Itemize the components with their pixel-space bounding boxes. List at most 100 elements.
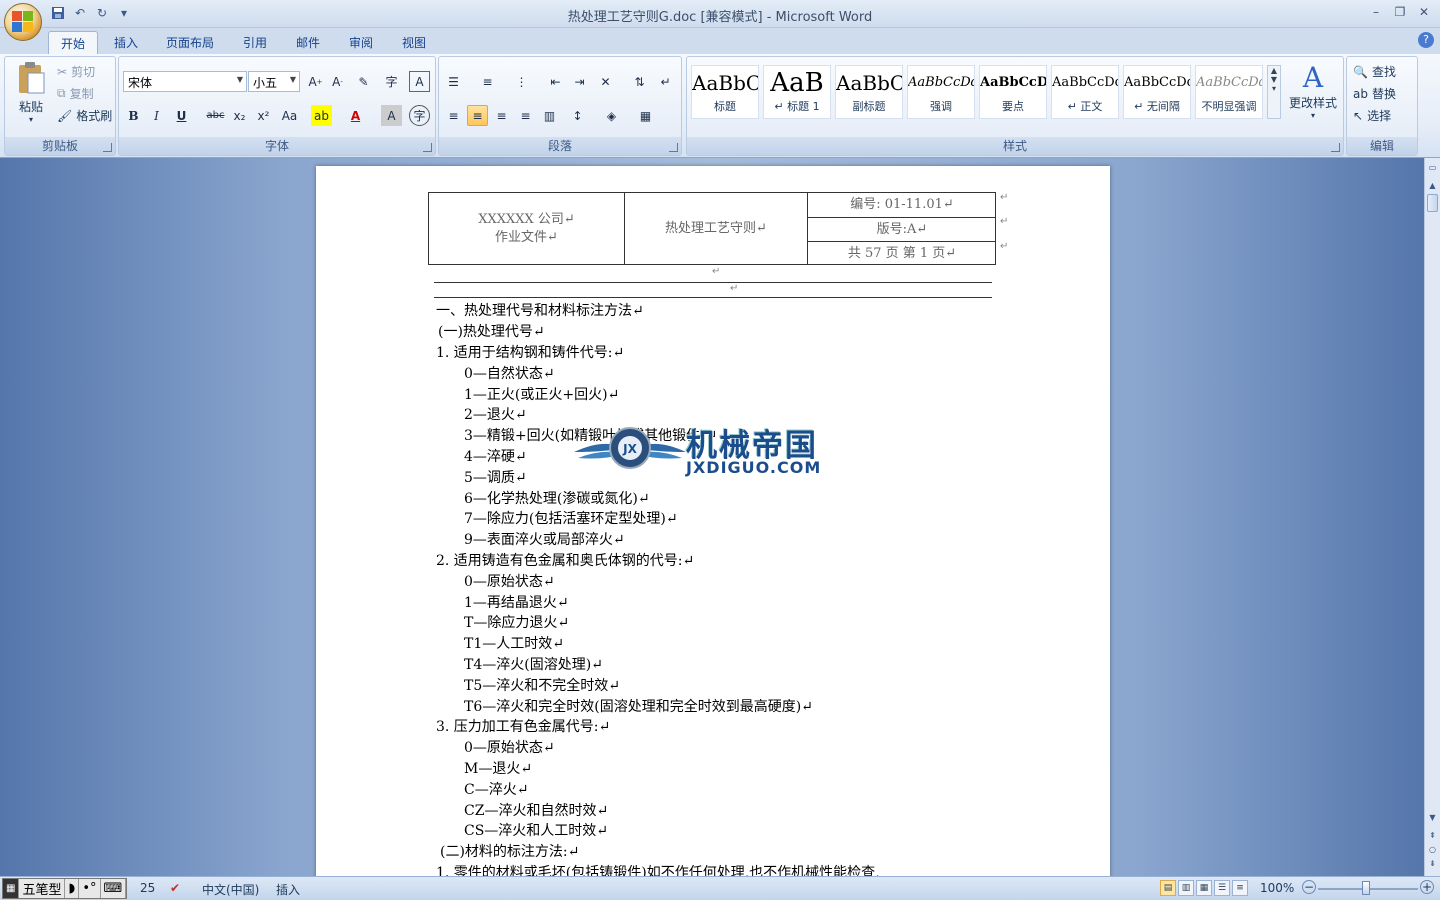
document-page[interactable]: XXXXXX 公司↵ 作业文件↵ 热处理工艺守则↵ 编号: 01-11.01↵ …: [316, 166, 1110, 876]
style-heading-1[interactable]: AaB ↵ 标题 1: [763, 65, 831, 119]
ribbon-tabs: 开始 插入 页面布局 引用 邮件 审阅 视图 ?: [0, 28, 1440, 54]
zoom-level[interactable]: 100%: [1260, 881, 1294, 895]
scroll-thumb[interactable]: [1427, 194, 1438, 212]
ime-toolbar[interactable]: ▦ 五笔型 ◗ •° ⌨: [2, 878, 128, 899]
zoom-out-icon[interactable]: −: [1302, 880, 1316, 894]
align-right-icon[interactable]: ≡: [491, 105, 512, 126]
zoom-slider-thumb[interactable]: [1362, 881, 1370, 895]
styles-group: AaBbC 标题 AaB ↵ 标题 1 AaBbC 副标题 AaBbCcDd 强调 Aa…: [686, 56, 1344, 156]
show-marks-icon[interactable]: ↵: [655, 71, 676, 92]
style-subtle-emphasis[interactable]: AaBbCcDd 不明显强调: [1195, 65, 1263, 119]
clipboard-launcher-icon[interactable]: [103, 143, 112, 152]
font-name-combo[interactable]: 宋体 ▼: [123, 71, 247, 92]
shading-icon[interactable]: ◈: [601, 105, 622, 126]
watermark-logo: JX 机械帝国 JXDIGUO.COM: [574, 418, 870, 482]
change-styles-button[interactable]: A 更改样式 ▾: [1285, 61, 1341, 120]
borders-icon[interactable]: ▦: [635, 105, 656, 126]
font-color-button[interactable]: A: [345, 105, 366, 126]
insert-mode-status[interactable]: 插入: [276, 881, 300, 898]
clear-format-icon[interactable]: ✎: [353, 71, 374, 92]
style-no-spacing[interactable]: AaBbCcDd ↵ 无间隔: [1123, 65, 1191, 119]
subscript-button[interactable]: x₂: [229, 105, 250, 126]
italic-button[interactable]: I: [146, 105, 167, 126]
ime-halfwidth-icon[interactable]: ◗: [65, 879, 80, 898]
language-status[interactable]: 中文(中国): [202, 881, 259, 898]
font-size-combo[interactable]: 小五 ▼: [248, 71, 300, 92]
bold-button[interactable]: B: [123, 105, 144, 126]
help-icon[interactable]: ?: [1418, 32, 1434, 48]
chevron-down-icon: ▼: [236, 75, 243, 84]
asian-layout-icon[interactable]: ✕: [595, 71, 616, 92]
style-normal[interactable]: AaBbCcDd ↵ 正文: [1051, 65, 1119, 119]
select-browse-object-icon[interactable]: ○: [1427, 844, 1438, 855]
spelling-check-icon[interactable]: ✔: [170, 881, 180, 895]
ime-punct-icon[interactable]: •°: [79, 879, 101, 898]
ime-keyboard-icon[interactable]: ⌨: [101, 879, 127, 898]
sort-icon[interactable]: ⇅: [629, 71, 650, 92]
close-button[interactable]: ✕: [1412, 2, 1436, 22]
tab-page-layout[interactable]: 页面布局: [154, 31, 226, 54]
phonetic-guide-icon[interactable]: 字: [381, 71, 402, 92]
superscript-button[interactable]: x²: [253, 105, 274, 126]
minimize-button[interactable]: –: [1364, 2, 1388, 22]
justify-icon[interactable]: ≡: [515, 105, 536, 126]
office-button[interactable]: [4, 3, 42, 41]
scroll-down-icon[interactable]: ▼: [1427, 812, 1438, 823]
outline-view-icon[interactable]: ☰: [1214, 880, 1230, 896]
underline-button[interactable]: U: [171, 105, 192, 126]
bullets-icon[interactable]: ☰: [443, 71, 464, 92]
numbering-icon[interactable]: ≡: [477, 71, 498, 92]
tab-review[interactable]: 审阅: [337, 31, 385, 54]
editing-group: 🔍 查找 ab 替换 ↖ 选择 编辑: [1346, 56, 1418, 156]
tab-mailings[interactable]: 邮件: [284, 31, 332, 54]
vertical-scrollbar[interactable]: ▭ ▲ ▼ ⇞ ○ ⇟: [1424, 158, 1440, 876]
next-page-icon[interactable]: ⇟: [1427, 858, 1438, 869]
style-emphasis[interactable]: AaBbCcDd 强调: [907, 65, 975, 119]
char-shading-icon[interactable]: A: [381, 105, 402, 126]
decrease-indent-icon[interactable]: ⇤: [545, 71, 566, 92]
tab-insert[interactable]: 插入: [102, 31, 150, 54]
paragraph-launcher-icon[interactable]: [669, 143, 678, 152]
previous-page-icon[interactable]: ⇞: [1427, 830, 1438, 841]
cut-button[interactable]: ✂ 剪切: [57, 63, 95, 80]
style-strong[interactable]: AaBbCcD 要点: [979, 65, 1047, 119]
copy-button[interactable]: ⧉ 复制: [57, 85, 94, 102]
format-painter-button[interactable]: 🖌 格式刷: [57, 107, 112, 124]
style-subtitle[interactable]: AaBbC 副标题: [835, 65, 903, 119]
styles-scroll[interactable]: ▲ ▼ ▾: [1267, 65, 1281, 119]
page-count-text[interactable]: 25: [140, 881, 155, 895]
ruler-toggle-icon[interactable]: ▭: [1427, 162, 1438, 173]
line-spacing-icon[interactable]: ↕: [567, 105, 588, 126]
increase-indent-icon[interactable]: ⇥: [569, 71, 590, 92]
paste-button[interactable]: 粘贴 ▾: [11, 61, 51, 131]
shrink-font-icon[interactable]: A-: [327, 71, 348, 92]
ime-mode[interactable]: 五笔型: [19, 879, 66, 898]
tab-references[interactable]: 引用: [231, 31, 279, 54]
font-launcher-icon[interactable]: [423, 143, 432, 152]
change-case-button[interactable]: Aa: [279, 105, 300, 126]
multilevel-list-icon[interactable]: ⋮: [511, 71, 532, 92]
strikethrough-button[interactable]: abc: [205, 105, 226, 126]
align-left-icon[interactable]: ≡: [443, 105, 464, 126]
find-button[interactable]: 🔍 查找: [1353, 63, 1396, 80]
web-layout-icon[interactable]: ▦: [1196, 880, 1212, 896]
replace-button[interactable]: ab 替换: [1353, 85, 1396, 102]
zoom-in-icon[interactable]: +: [1420, 880, 1434, 894]
draft-view-icon[interactable]: ≡: [1232, 880, 1248, 896]
print-layout-view-icon[interactable]: ▤: [1160, 880, 1176, 896]
styles-launcher-icon[interactable]: [1331, 143, 1340, 152]
full-screen-reading-icon[interactable]: ▥: [1178, 880, 1194, 896]
align-center-icon[interactable]: ≡: [467, 105, 488, 126]
distribute-icon[interactable]: ▥: [539, 105, 560, 126]
ime-logo-icon[interactable]: ▦: [3, 879, 20, 898]
grow-font-icon[interactable]: A +: [305, 71, 326, 92]
style-title[interactable]: AaBbC 标题: [691, 65, 759, 119]
select-button[interactable]: ↖ 选择: [1353, 107, 1391, 124]
tab-home[interactable]: 开始: [48, 31, 99, 54]
char-border-icon[interactable]: A: [409, 71, 430, 92]
highlight-icon[interactable]: ab: [311, 105, 332, 126]
tab-view[interactable]: 视图: [390, 31, 438, 54]
enclose-char-icon[interactable]: 字: [409, 105, 430, 126]
maximize-button[interactable]: ❐: [1388, 2, 1412, 22]
scroll-up-icon[interactable]: ▲: [1427, 180, 1438, 191]
